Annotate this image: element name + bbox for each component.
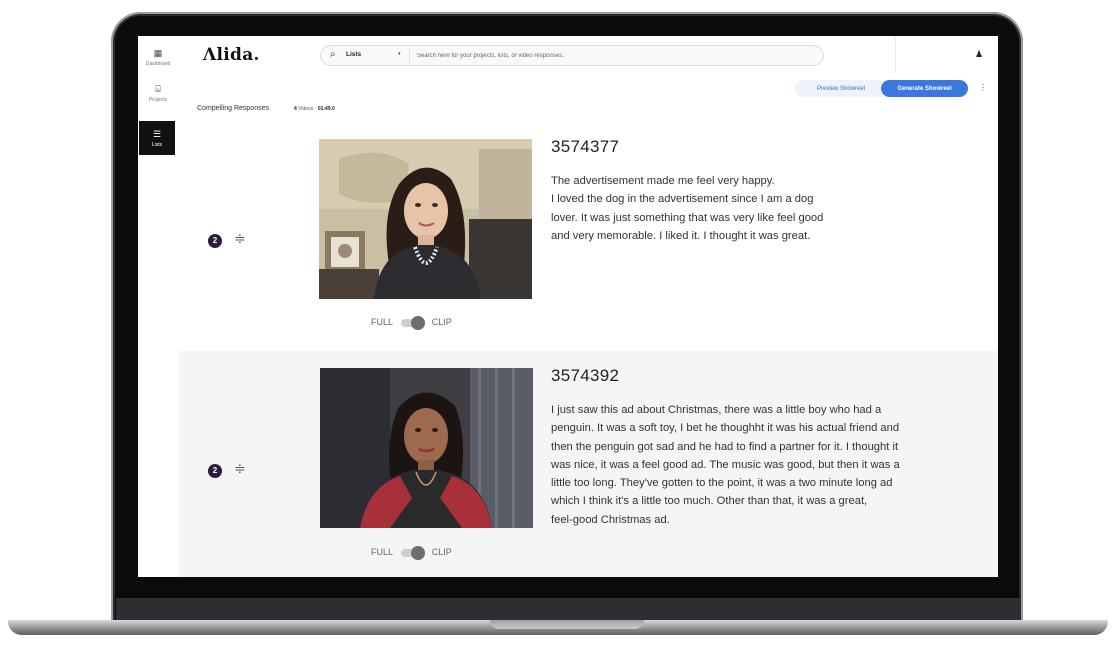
transcript-line: I just saw this ad about Christmas, ther… [551,404,882,416]
sidebar-item-lists[interactable]: ☰ Lists [139,121,175,155]
toggle-label-full: FULL [371,317,393,327]
more-options-icon[interactable]: ⋮ [979,83,987,92]
sidebar-item-label: Projects [148,97,168,103]
response-transcript: The advertisement made me feel very happ… [551,172,823,245]
header-divider [895,36,896,74]
drag-handle-icon[interactable]: ≑ [234,461,246,475]
preview-showreel-button[interactable]: Preview Showreel [795,80,887,97]
transcript-line: penguin. It was a soft toy, I bet he tho… [551,422,900,435]
sidebar: ▦ Dashboard ⌸ Projects ☰ Lists [138,36,179,577]
response-item: 2 ≑ FULL CLIP 3574392 I just saw this ad… [178,351,998,577]
video-thumbnail[interactable] [320,368,533,528]
drag-handle-icon[interactable]: ≑ [234,231,246,245]
search-divider [409,49,410,63]
toggle-label-clip: CLIP [431,547,452,557]
search-scope-select[interactable]: Lists [346,51,361,58]
woman-portrait-image [319,139,532,299]
response-item: 2 ≑ FULL CLIP 3574377 The advertisement … [178,120,998,351]
full-clip-toggle[interactable]: FULL CLIP [371,315,452,330]
response-id: 3574392 [551,366,620,385]
app-screen: ▦ Dashboard ⌸ Projects ☰ Lists Λlida. ⌕ … [138,36,998,577]
sidebar-item-projects[interactable]: ⌸ Projects [138,76,178,110]
transcript-line: which I think it's a little too much. Ot… [551,495,868,508]
toggle-label-clip: CLIP [431,317,452,327]
toggle-label-full: FULL [371,547,393,557]
count-badge: 2 [208,464,222,478]
generate-showreel-button[interactable]: Generate Showreel [881,80,968,97]
projects-icon: ⌸ [155,84,161,94]
chevron-down-icon[interactable]: ▾ [398,51,401,57]
transcript-line: little too long. They've gotten to the p… [551,477,893,490]
video-thumbnail[interactable] [319,139,532,299]
transcript-line: The advertisement made me feel very happ… [551,175,775,187]
toggle-switch[interactable] [401,315,426,330]
search-icon[interactable]: ⌕ [330,49,336,60]
video-count: 4 [294,106,297,112]
user-icon[interactable]: ♟ [975,49,983,60]
woman-portrait-image [320,368,533,528]
laptop-notch [490,620,644,629]
videos-label: Videos · [298,106,317,112]
search-bar: ⌕ Lists ▾ [320,45,824,66]
transcript-line: I loved the dog in the advertisement sin… [551,193,814,206]
transcript-line: and very memorable. I liked it. I though… [551,229,811,242]
dashboard-icon: ▦ [153,48,163,58]
sidebar-item-label: Lists [151,142,163,148]
list-header: Compelling Responses 4 Videos · 01:49.0 … [178,74,998,121]
transcript-line: feel-good Christmas ad. [551,513,670,526]
sidebar-item-label: Dashboard [145,61,171,67]
full-clip-toggle[interactable]: FULL CLIP [371,545,452,560]
list-duration: 01:49.0 [317,106,335,112]
transcript-line: then the penguin got sad and he had to f… [551,440,899,453]
transcript-line: was nice, it was a feel good ad. The mus… [551,458,900,471]
alida-logo[interactable]: Λlida. [203,45,260,65]
toggle-switch[interactable] [401,545,426,560]
response-transcript: I just saw this ad about Christmas, ther… [551,401,900,529]
search-input[interactable] [417,50,812,62]
laptop-chin [116,598,1020,620]
top-bar: Λlida. ⌕ Lists ▾ ♟ [178,36,998,75]
transcript-line: lover. It was just something that was ve… [551,211,824,224]
response-id: 3574377 [551,137,620,156]
list-meta: 4 Videos · 01:49.0 [294,106,335,112]
lists-icon: ☰ [152,129,162,139]
count-badge: 2 [208,234,222,248]
list-title: Compelling Responses [197,105,269,112]
sidebar-item-dashboard[interactable]: ▦ Dashboard [138,40,178,74]
